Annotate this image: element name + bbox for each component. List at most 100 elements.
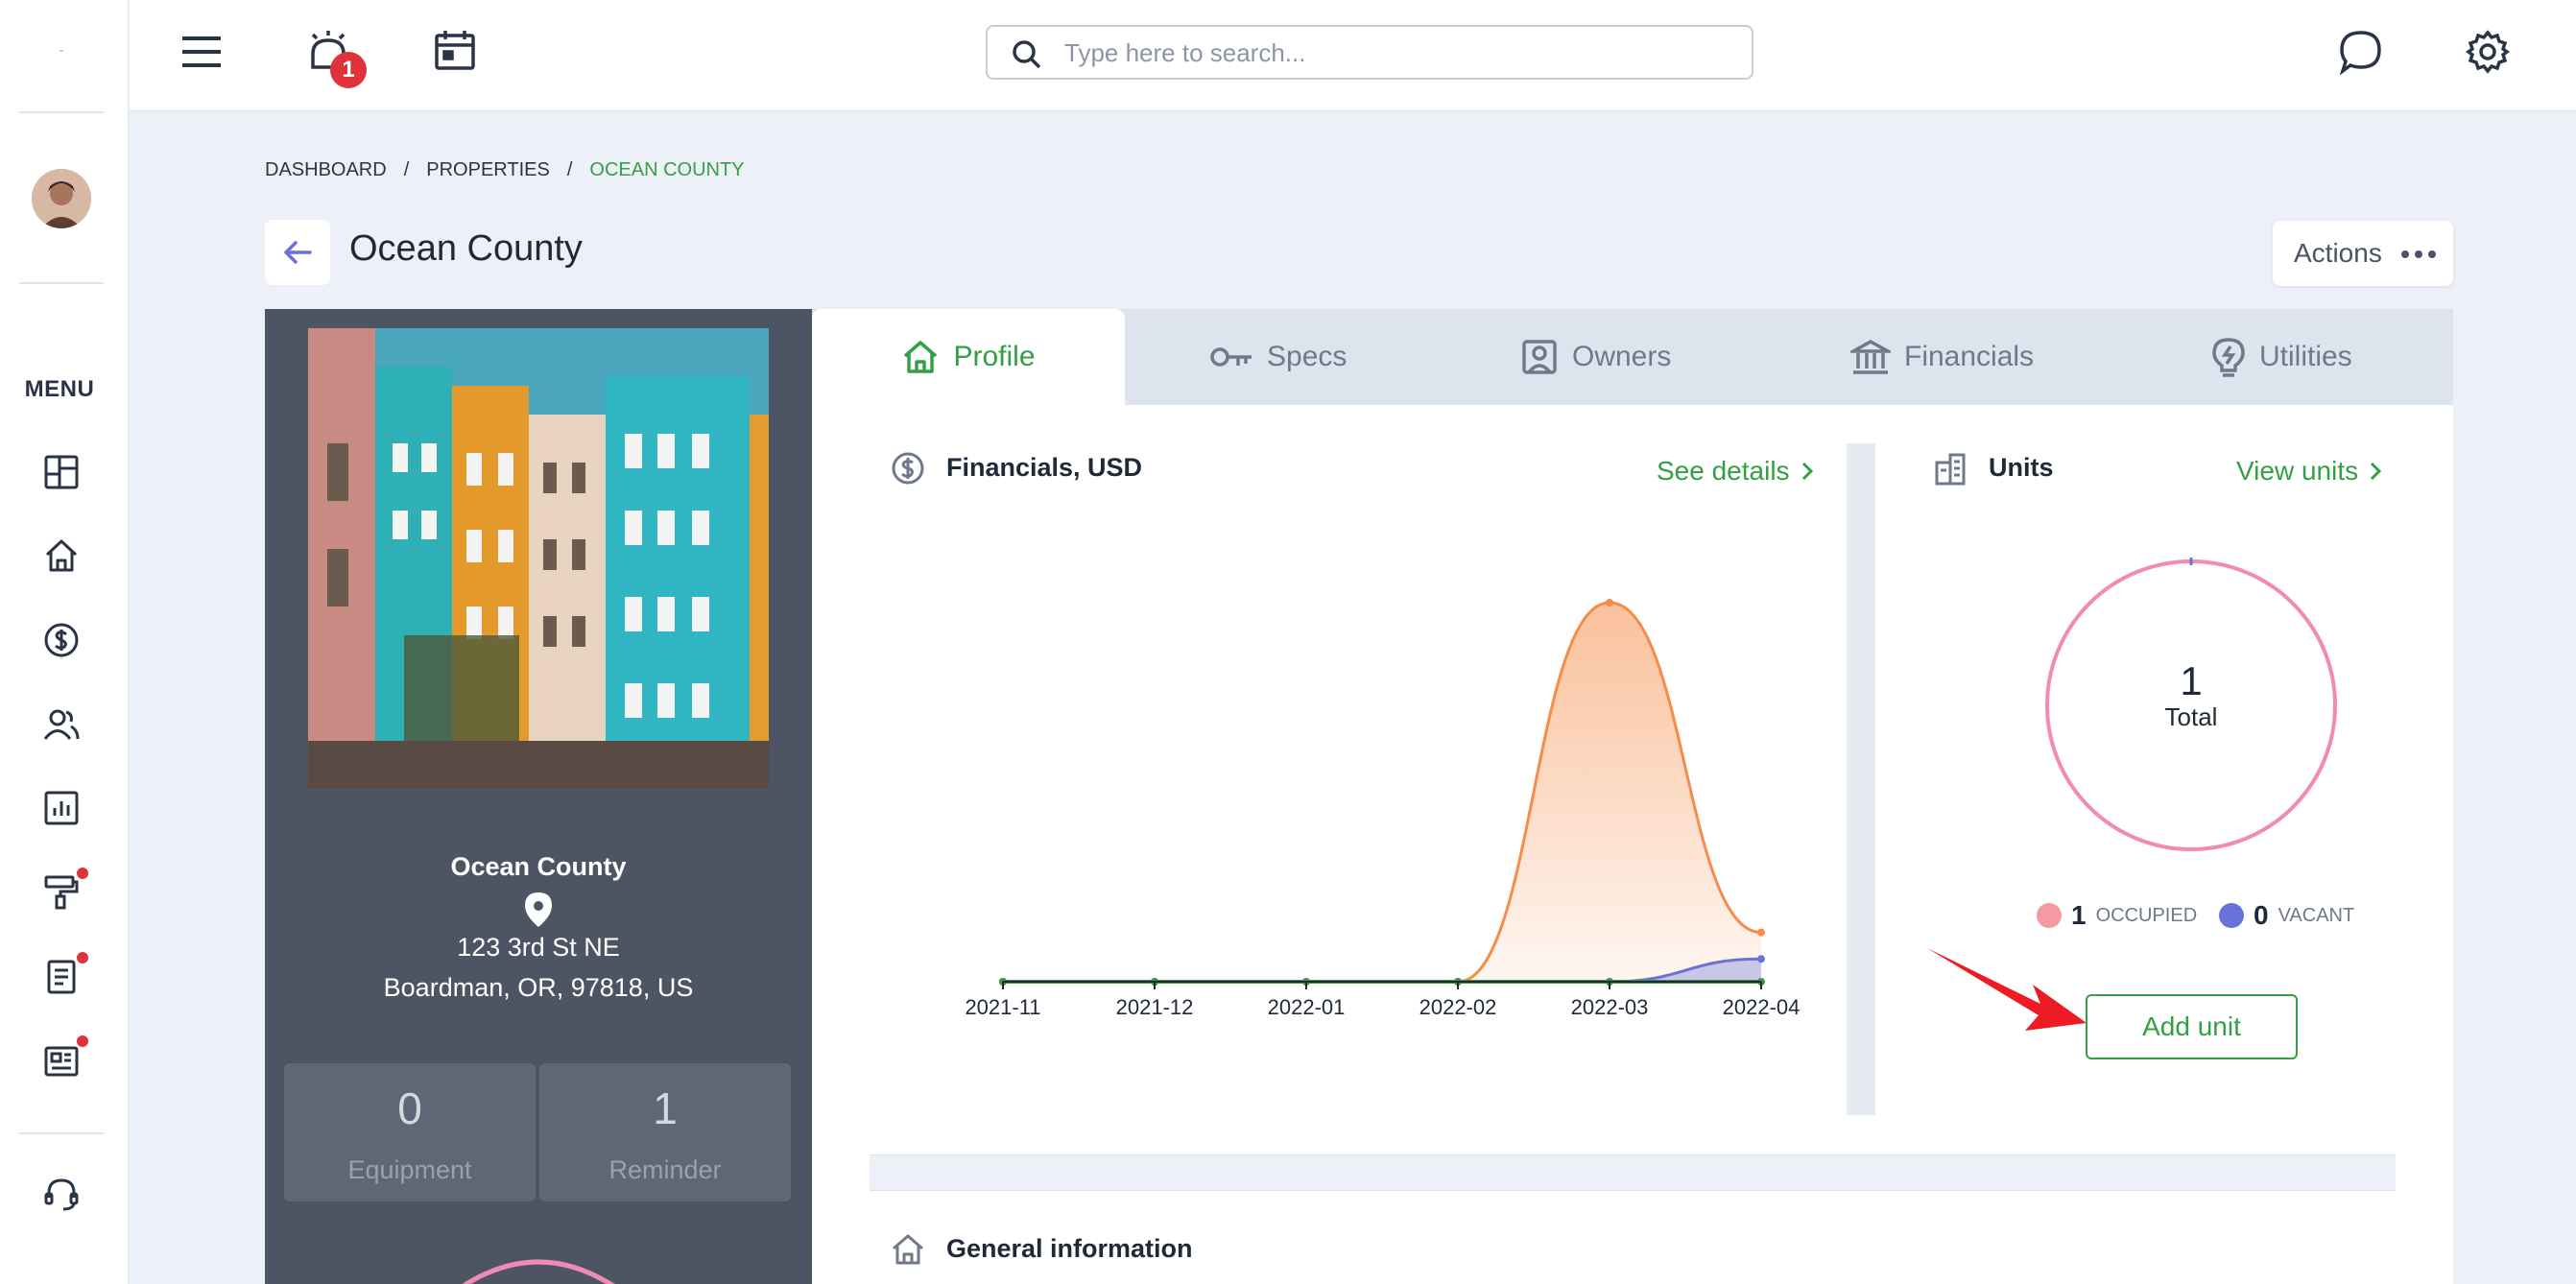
location-pin-icon	[525, 892, 552, 927]
address-line-2: Boardman, OR, 97818, US	[383, 973, 694, 1002]
x-tick-label: 2021-11	[965, 995, 1040, 1019]
sidebar-divider	[19, 1132, 104, 1134]
settings-button[interactable]	[2465, 29, 2511, 75]
financials-title: Financials, USD	[946, 453, 1143, 482]
tab-profile[interactable]: Profile	[812, 309, 1125, 405]
units-total-label: Total	[2164, 702, 2218, 731]
see-details-link[interactable]: See details	[1657, 456, 1813, 487]
users-icon	[43, 709, 80, 740]
data-point	[1606, 599, 1613, 606]
equipment-count: 0	[397, 1083, 422, 1133]
units-total-count: 1	[2180, 658, 2203, 703]
tab-owners[interactable]: Owners	[1520, 309, 1671, 405]
notification-dot	[77, 1035, 88, 1047]
vacant-legend: 0 VACANT	[2219, 900, 2354, 931]
reminder-stat[interactable]: 1 Reminder	[539, 1063, 791, 1201]
property-name: Ocean County	[450, 852, 627, 881]
owner-icon	[1522, 340, 1557, 374]
sidebar: MENU	[0, 0, 129, 1284]
breadcrumb-separator: /	[403, 159, 410, 180]
tab-financials[interactable]: Financials	[1850, 309, 2034, 405]
red-arrow-annotation	[1927, 948, 2087, 1031]
section-divider	[870, 1154, 2396, 1191]
hamburger-menu-button[interactable]	[179, 29, 225, 75]
sidebar-divider	[19, 111, 104, 113]
sidebar-item-people[interactable]	[42, 705, 81, 744]
actions-label: Actions	[2294, 238, 2382, 268]
occupied-label: OCCUPIED	[2095, 904, 2198, 926]
notification-dot	[77, 952, 88, 963]
view-units-label: View units	[2236, 456, 2359, 486]
page-title: Ocean County	[349, 228, 583, 269]
breadcrumb-properties[interactable]: PROPERTIES	[426, 159, 550, 181]
vacant-label: VACANT	[2278, 904, 2355, 926]
property-photo	[308, 328, 769, 789]
dollar-icon	[892, 452, 924, 485]
menu-label: MENU	[24, 376, 95, 402]
tab-label: Owners	[1572, 341, 1672, 372]
sidebar-item-documents[interactable]	[42, 958, 81, 996]
sidebar-item-financials[interactable]	[42, 621, 81, 659]
bulb-icon	[2212, 338, 2245, 377]
tab-label: Financials	[1904, 341, 2035, 372]
bank-icon	[1850, 339, 1891, 374]
sidebar-item-maintenance[interactable]	[42, 873, 81, 912]
breadcrumb-dashboard[interactable]: DASHBOARD	[265, 159, 387, 181]
search-box	[986, 25, 1753, 80]
data-point	[1757, 928, 1765, 937]
calendar-button[interactable]	[432, 27, 478, 73]
equipment-label: Equipment	[347, 1155, 472, 1184]
x-tick-label: 2022-01	[1268, 995, 1346, 1019]
chat-icon	[2339, 31, 2381, 75]
building-icon	[1935, 453, 1966, 486]
vacant-dot	[2219, 903, 2244, 928]
occupied-count: 1	[2071, 900, 2087, 930]
chat-button[interactable]	[2338, 29, 2384, 75]
newspaper-icon	[44, 1046, 79, 1077]
view-units-link[interactable]: View units	[2236, 456, 2382, 487]
notification-dot	[77, 868, 88, 879]
actions-button[interactable]: Actions	[2273, 221, 2453, 286]
x-tick-label: 2022-02	[1419, 995, 1497, 1019]
reminder-label: Reminder	[608, 1155, 722, 1184]
breadcrumb-separator: /	[566, 159, 573, 180]
paint-roller-icon	[44, 875, 79, 910]
dollar-icon	[44, 623, 79, 657]
sidebar-item-listings[interactable]	[42, 1042, 81, 1081]
vacant-count: 0	[2254, 900, 2269, 930]
x-tick-label: 2021-12	[1116, 995, 1194, 1019]
breadcrumb: DASHBOARD / PROPERTIES / OCEAN COUNTY	[265, 159, 745, 181]
search-input[interactable]	[1064, 35, 1717, 71]
dashboard-icon	[44, 455, 79, 489]
equipment-stat[interactable]: 0 Equipment	[284, 1063, 536, 1201]
sidebar-item-reports[interactable]	[42, 789, 81, 827]
panel-donut-partial	[462, 1259, 615, 1284]
arrow-left-icon	[284, 241, 312, 264]
reminder-count: 1	[653, 1083, 678, 1133]
sidebar-item-dashboard[interactable]	[42, 453, 81, 491]
data-point	[1757, 955, 1765, 963]
home-icon	[893, 1234, 923, 1265]
tab-specs[interactable]: Specs	[1209, 309, 1347, 405]
sidebar-divider	[19, 282, 104, 284]
home-icon	[904, 341, 938, 373]
add-unit-button[interactable]: Add unit	[2086, 994, 2298, 1059]
search-icon	[1013, 40, 1041, 69]
more-dots-icon	[2401, 250, 2436, 258]
calendar-icon	[435, 31, 475, 70]
financials-chart: 2021-11 2021-12 2022-01 2022-02 2022-03 2022-…	[965, 599, 1801, 1019]
sidebar-item-properties[interactable]	[42, 536, 81, 575]
see-details-label: See details	[1657, 456, 1790, 486]
logo-mark	[60, 50, 63, 52]
x-tick-label: 2022-04	[1723, 995, 1801, 1019]
tab-label: Profile	[953, 341, 1036, 372]
chevron-right-icon	[1801, 462, 1813, 481]
tab-label: Specs	[1267, 341, 1348, 372]
sidebar-item-support[interactable]	[42, 1175, 81, 1213]
property-summary-panel: Ocean County 123 3rd St NE Boardman, OR,…	[265, 309, 812, 1284]
tab-utilities[interactable]: Utilities	[2211, 309, 2352, 405]
support-icon	[44, 1178, 79, 1211]
card-divider	[1847, 443, 1875, 1115]
avatar[interactable]	[32, 169, 91, 228]
back-button[interactable]	[265, 220, 330, 285]
